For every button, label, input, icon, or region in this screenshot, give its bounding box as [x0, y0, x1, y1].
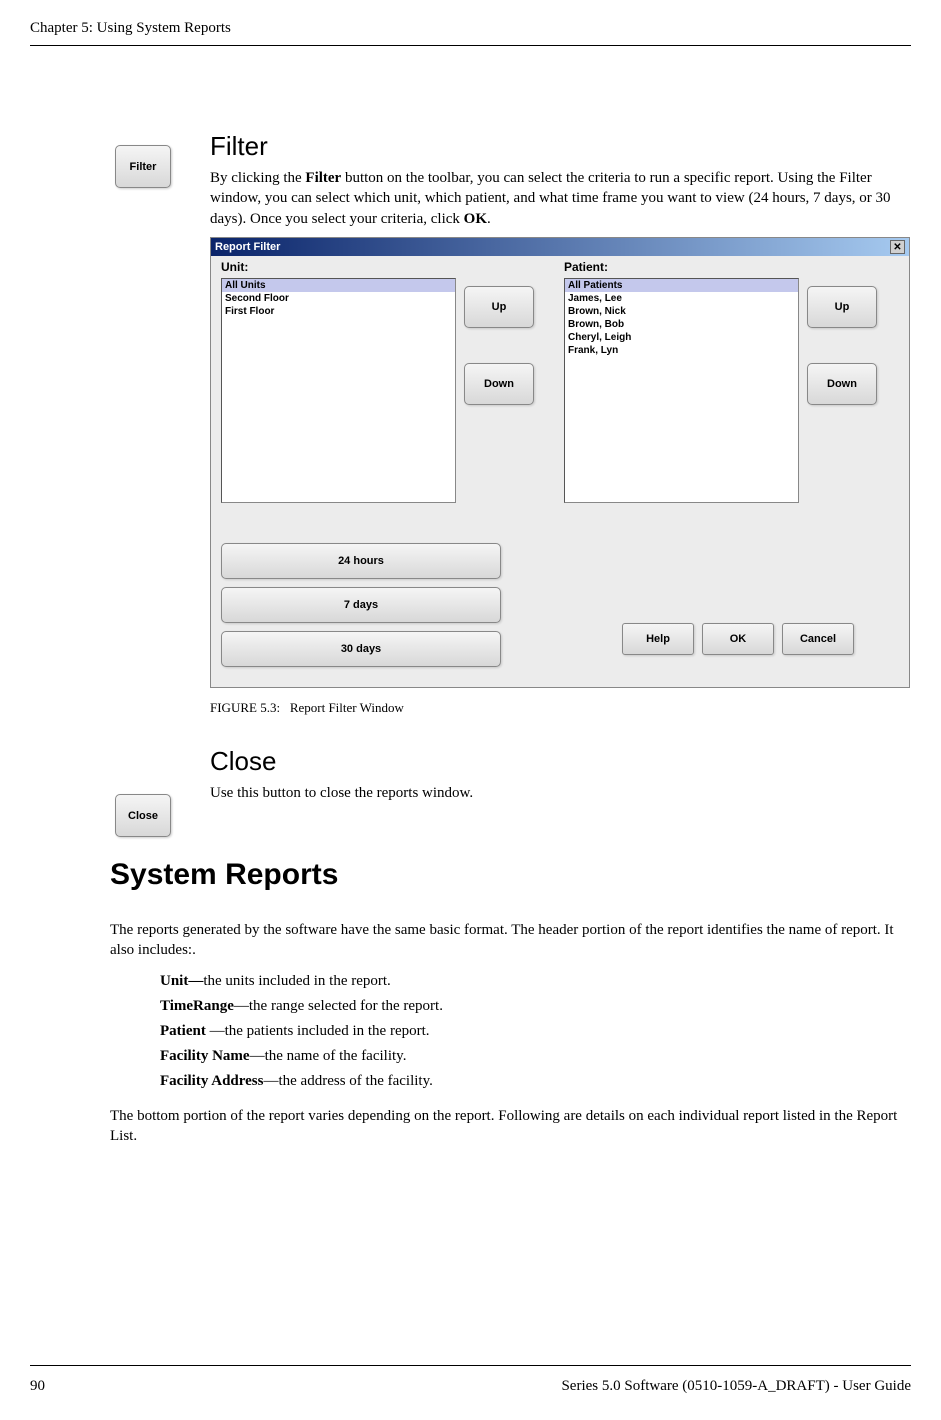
- unit-label: Unit:: [221, 260, 556, 274]
- filter-toolbar-button[interactable]: Filter: [115, 145, 171, 188]
- unit-down-button[interactable]: Down: [464, 363, 534, 405]
- chapter-title: Chapter 5: Using System Reports: [30, 20, 231, 36]
- list-item[interactable]: Brown, Bob: [565, 318, 798, 331]
- footer-doc-title: Series 5.0 Software (0510-1059-A_DRAFT) …: [561, 1378, 911, 1395]
- report-filter-figure: Report Filter ✕ Unit: All Units Second F…: [210, 237, 911, 716]
- report-filter-dialog: Report Filter ✕ Unit: All Units Second F…: [210, 237, 910, 688]
- close-toolbar-button[interactable]: Close: [115, 794, 171, 837]
- dialog-title: Report Filter: [215, 241, 280, 253]
- cancel-button[interactable]: Cancel: [782, 623, 854, 655]
- system-reports-intro: The reports generated by the software ha…: [110, 920, 911, 961]
- time-24-button[interactable]: 24 hours: [221, 543, 501, 579]
- list-item[interactable]: All Units: [222, 279, 455, 292]
- report-field: Patient —the patients included in the re…: [160, 1023, 911, 1040]
- filter-heading: Filter: [210, 131, 911, 162]
- patient-up-button[interactable]: Up: [807, 286, 877, 328]
- list-item[interactable]: Frank, Lyn: [565, 344, 798, 357]
- report-field: Unit—the units included in the report.: [160, 973, 911, 990]
- list-item[interactable]: First Floor: [222, 305, 455, 318]
- page-footer: 90 Series 5.0 Software (0510-1059-A_DRAF…: [30, 1365, 911, 1395]
- help-button[interactable]: Help: [622, 623, 694, 655]
- figure-label: FIGURE 5.3:: [210, 700, 280, 715]
- close-icon[interactable]: ✕: [890, 240, 905, 254]
- system-reports-heading: System Reports: [110, 858, 911, 892]
- system-reports-outro: The bottom portion of the report varies …: [110, 1106, 911, 1147]
- report-fields-list: Unit—the units included in the report. T…: [160, 973, 911, 1090]
- report-field: TimeRange—the range selected for the rep…: [160, 998, 911, 1015]
- patient-down-button[interactable]: Down: [807, 363, 877, 405]
- report-field: Facility Name—the name of the facility.: [160, 1048, 911, 1065]
- list-item[interactable]: Cheryl, Leigh: [565, 331, 798, 344]
- figure-text: Report Filter Window: [290, 700, 404, 715]
- ok-button[interactable]: OK: [702, 623, 774, 655]
- close-heading: Close: [210, 746, 911, 777]
- time-30-button[interactable]: 30 days: [221, 631, 501, 667]
- dialog-titlebar: Report Filter ✕: [211, 238, 909, 256]
- patient-listbox[interactable]: All Patients James, Lee Brown, Nick Brow…: [564, 278, 799, 503]
- page-number: 90: [30, 1378, 45, 1395]
- close-icon-label: Close: [128, 810, 158, 822]
- filter-paragraph: By clicking the Filter button on the too…: [210, 168, 911, 229]
- list-item[interactable]: All Patients: [565, 279, 798, 292]
- report-field: Facility Address—the address of the faci…: [160, 1073, 911, 1090]
- patient-label: Patient:: [564, 260, 899, 274]
- close-paragraph: Use this button to close the reports win…: [210, 783, 911, 803]
- time-7-button[interactable]: 7 days: [221, 587, 501, 623]
- filter-icon-label: Filter: [130, 161, 157, 173]
- unit-up-button[interactable]: Up: [464, 286, 534, 328]
- page-header: Chapter 5: Using System Reports: [30, 20, 911, 46]
- list-item[interactable]: Brown, Nick: [565, 305, 798, 318]
- list-item[interactable]: Second Floor: [222, 292, 455, 305]
- list-item[interactable]: James, Lee: [565, 292, 798, 305]
- unit-listbox[interactable]: All Units Second Floor First Floor: [221, 278, 456, 503]
- figure-caption: FIGURE 5.3: Report Filter Window: [210, 700, 911, 716]
